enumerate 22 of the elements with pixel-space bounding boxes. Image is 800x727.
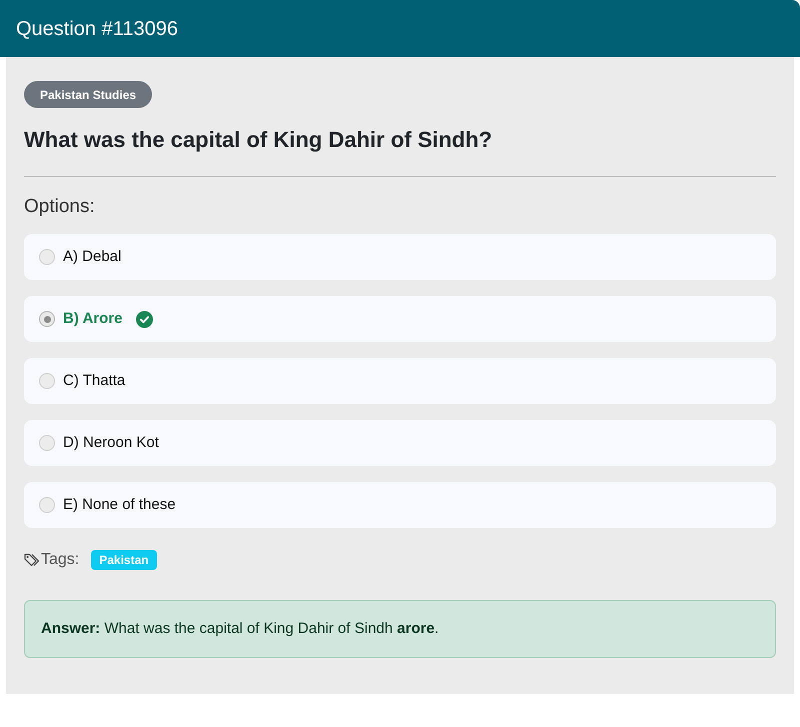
tags-label: Tags: <box>41 550 80 570</box>
option-row[interactable]: B) Arore <box>24 296 776 342</box>
category-badge: Pakistan Studies <box>24 81 152 108</box>
option-text: D) Neroon Kot <box>63 432 159 453</box>
radio-button[interactable] <box>39 249 55 265</box>
radio-button[interactable] <box>39 497 55 513</box>
tags-icon <box>24 552 41 568</box>
option-row[interactable]: A) Debal <box>24 234 776 280</box>
option-row[interactable]: E) None of these <box>24 482 776 528</box>
option-text: E) None of these <box>63 494 176 515</box>
radio-button[interactable] <box>39 373 55 389</box>
option-row[interactable]: C) Thatta <box>24 358 776 404</box>
option-text: C) Thatta <box>63 370 126 391</box>
question-text: What was the capital of King Dahir of Sindh? <box>24 126 494 154</box>
option-text: B) Arore <box>63 308 122 329</box>
radio-button[interactable] <box>39 311 55 327</box>
question-number-title: Question #113096 <box>16 16 178 42</box>
option-row[interactable]: D) Neroon Kot <box>24 420 776 466</box>
option-text: A) Debal <box>63 246 122 267</box>
answer-text: Answer: What was the capital of King Dahir of Sindh arore. <box>41 618 439 639</box>
radio-button[interactable] <box>39 435 55 451</box>
options-label: Options: <box>24 195 96 219</box>
